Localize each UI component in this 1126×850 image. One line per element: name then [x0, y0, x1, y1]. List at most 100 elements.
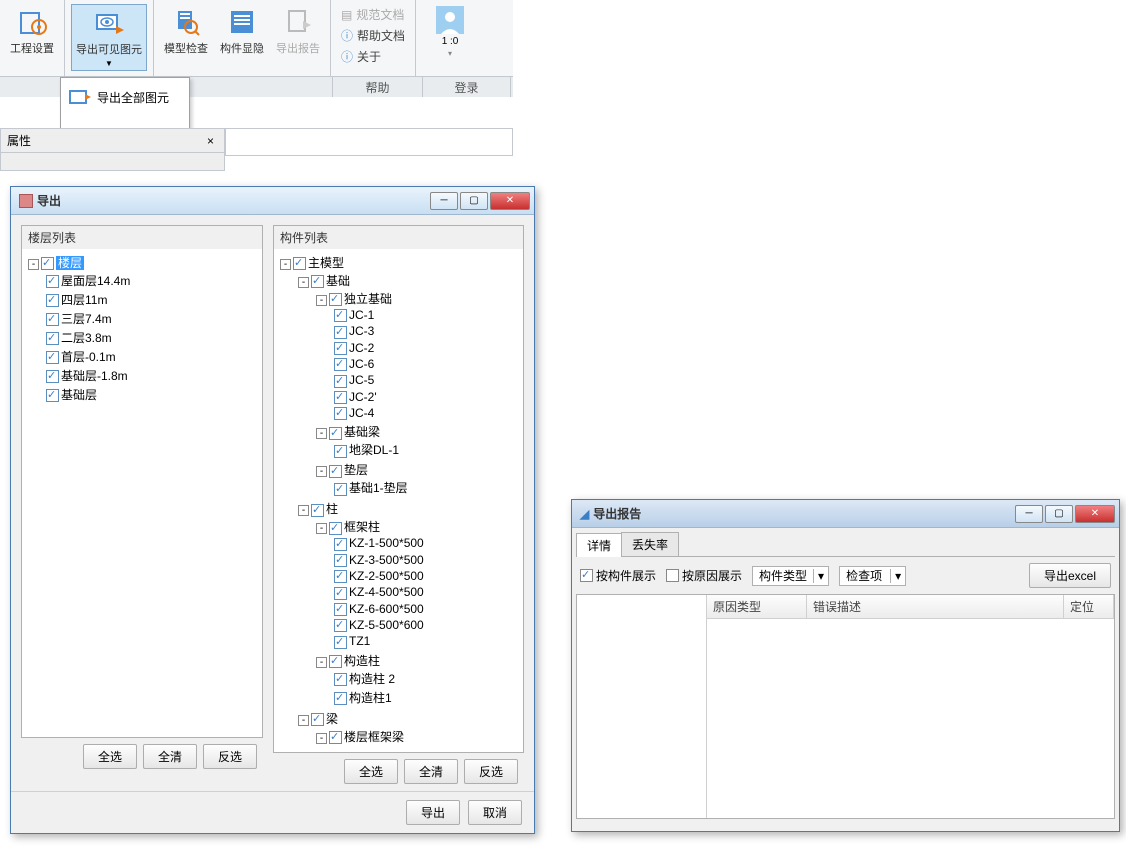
tree-item[interactable]: JC-6 [349, 357, 374, 371]
spec-doc-button[interactable]: ▤ 规范文档 [341, 6, 404, 23]
export-titlebar[interactable]: 导出 ─ ▢ ✕ [11, 187, 534, 215]
checkbox-icon [666, 569, 679, 582]
tree-item[interactable]: TZ1 [349, 634, 370, 648]
tree-item[interactable]: 基础层 [61, 388, 97, 402]
comp-select-all-button[interactable]: 全选 [344, 759, 398, 784]
tree-item[interactable]: KZ-1-500*500 [349, 536, 424, 550]
tree-checkbox[interactable] [334, 587, 347, 600]
avatar-icon[interactable] [436, 6, 464, 34]
tree-item[interactable]: 构造柱1 [349, 691, 392, 705]
by-component-checkbox[interactable]: 按构件展示 [580, 567, 656, 584]
about-button[interactable]: ⓘ 关于 [341, 48, 381, 65]
tree-item[interactable]: KZ-5-500*600 [349, 618, 424, 632]
export-report-icon [282, 6, 314, 38]
tree-item[interactable]: JC-2 [349, 341, 374, 355]
tree-item[interactable]: KZ-4-500*500 [349, 585, 424, 599]
tree-checkbox[interactable] [46, 389, 59, 402]
report-tabs: 详情 丢失率 [576, 532, 1115, 557]
properties-panel: 属性 × [0, 128, 225, 171]
components-panel-title: 构件列表 [274, 226, 523, 249]
export-cancel-button[interactable]: 取消 [468, 800, 522, 825]
tree-checkbox[interactable] [334, 309, 347, 322]
check-item-combo[interactable]: 检查项 ▾ [839, 566, 906, 586]
component-show-button[interactable]: 构件显隐 [216, 4, 268, 58]
report-titlebar[interactable]: ◢ 导出报告 ─ ▢ ✕ [572, 500, 1119, 528]
tab-loss[interactable]: 丢失率 [621, 532, 679, 556]
tree-checkbox[interactable] [334, 538, 347, 551]
component-type-combo[interactable]: 构件类型 ▾ [752, 566, 829, 586]
export-report-button[interactable]: 导出报告 [272, 4, 324, 58]
close-button[interactable]: ✕ [490, 192, 530, 210]
components-tree[interactable]: -主模型 -基础 -独立基础 JC-1JC-3JC-2JC-6JC-5JC-2'… [274, 249, 523, 752]
model-check-button[interactable]: 模型检查 [160, 4, 212, 58]
tree-item[interactable]: KZ-3-500*500 [349, 553, 424, 567]
tree-checkbox[interactable] [334, 636, 347, 649]
tree-checkbox[interactable] [334, 619, 347, 632]
tree-checkbox[interactable] [334, 570, 347, 583]
tree-checkbox[interactable] [46, 370, 59, 383]
tree-item[interactable]: 四层11m [61, 293, 107, 307]
col-locate[interactable]: 定位 [1064, 595, 1114, 618]
col-error-desc[interactable]: 错误描述 [807, 595, 1064, 618]
tree-checkbox[interactable] [334, 673, 347, 686]
tree-checkbox[interactable] [46, 294, 59, 307]
report-toolbar: 按构件展示 按原因展示 构件类型 ▾ 检查项 ▾ 导出excel [576, 557, 1115, 594]
export-visible-button[interactable]: 导出可见图元 ▼ [71, 4, 147, 71]
floors-clear-all-button[interactable]: 全清 [143, 744, 197, 769]
close-button[interactable]: ✕ [1075, 505, 1115, 523]
comp-invert-button[interactable]: 反选 [464, 759, 518, 784]
floors-root[interactable]: 楼层 [56, 256, 84, 270]
dropdown-arrow-icon[interactable]: ▾ [448, 49, 452, 58]
tree-checkbox[interactable] [334, 554, 347, 567]
tree-checkbox[interactable] [334, 358, 347, 371]
tree-checkbox[interactable] [334, 375, 347, 388]
help-doc-button[interactable]: ⓘ 帮助文档 [341, 27, 405, 44]
export-all-menuitem[interactable]: 导出全部图元 [61, 78, 189, 116]
minimize-button[interactable]: ─ [430, 192, 458, 210]
export-dialog-title: 导出 [37, 192, 61, 209]
tree-item[interactable]: 二层3.8m [61, 331, 112, 345]
col-reason-type[interactable]: 原因类型 [707, 595, 807, 618]
project-settings-button[interactable]: 工程设置 [6, 4, 58, 58]
tree-item[interactable]: KZ-2-500*500 [349, 569, 424, 583]
tree-item[interactable]: 构造柱 2 [349, 672, 395, 686]
maximize-button[interactable]: ▢ [460, 192, 488, 210]
tree-checkbox[interactable] [334, 603, 347, 616]
tree-checkbox[interactable] [334, 391, 347, 404]
tree-item[interactable]: KZ-6-600*500 [349, 602, 424, 616]
tree-checkbox[interactable] [46, 275, 59, 288]
tree-checkbox[interactable] [41, 257, 54, 270]
tree-item[interactable]: JC-3 [349, 324, 374, 338]
tree-checkbox[interactable] [334, 407, 347, 420]
tree-checkbox[interactable] [334, 326, 347, 339]
tree-checkbox[interactable] [334, 342, 347, 355]
tree-collapse-icon[interactable]: - [28, 259, 39, 270]
tree-checkbox[interactable] [46, 313, 59, 326]
tree-item[interactable]: JC-5 [349, 373, 374, 387]
tree-checkbox[interactable] [46, 351, 59, 364]
by-reason-checkbox[interactable]: 按原因展示 [666, 567, 742, 584]
minimize-button[interactable]: ─ [1015, 505, 1043, 523]
grid-tree-pane[interactable] [577, 595, 707, 818]
tree-checkbox[interactable] [46, 332, 59, 345]
properties-title: 属性 [7, 132, 31, 149]
export-confirm-button[interactable]: 导出 [406, 800, 460, 825]
tree-item[interactable]: JC-2' [349, 390, 377, 404]
floors-select-all-button[interactable]: 全选 [83, 744, 137, 769]
report-grid[interactable]: 原因类型 错误描述 定位 [576, 594, 1115, 819]
tree-item[interactable]: JC-4 [349, 406, 374, 420]
floors-tree[interactable]: - 楼层 屋面层14.4m 四层11m 三层7.4m 二层3.8m 首层-0.1m 基础层-… [22, 249, 262, 737]
tree-item[interactable]: 三层7.4m [61, 312, 112, 326]
export-report-label: 导出报告 [276, 40, 320, 56]
tree-item[interactable]: 屋面层14.4m [61, 274, 130, 288]
properties-close-button[interactable]: × [203, 134, 218, 148]
tree-checkbox[interactable] [334, 692, 347, 705]
export-excel-button[interactable]: 导出excel [1029, 563, 1111, 588]
maximize-button[interactable]: ▢ [1045, 505, 1073, 523]
floors-invert-button[interactable]: 反选 [203, 744, 257, 769]
tab-detail[interactable]: 详情 [576, 533, 622, 557]
tree-item[interactable]: 基础层-1.8m [61, 369, 128, 383]
comp-clear-all-button[interactable]: 全清 [404, 759, 458, 784]
tree-item[interactable]: 首层-0.1m [61, 350, 116, 364]
tree-item[interactable]: JC-1 [349, 308, 374, 322]
